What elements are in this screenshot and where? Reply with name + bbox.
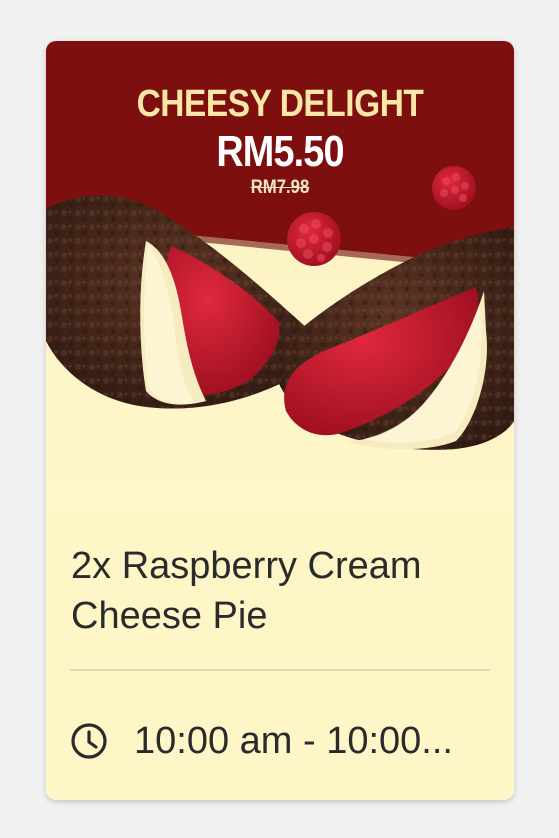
promo-headline: CHEESY DELIGHT — [136, 83, 424, 125]
promo-banner-image: CHEESY DELIGHT RM5.50 RM7.98 — [46, 41, 514, 511]
promo-price: RM5.50 — [216, 127, 344, 176]
promo-card[interactable]: CHEESY DELIGHT RM5.50 RM7.98 2x Raspberr… — [46, 41, 514, 800]
availability-hours: 10:00 am - 10:00... — [70, 719, 453, 763]
clock-icon — [71, 723, 107, 759]
divider — [70, 669, 490, 671]
original-price: RM7.98 — [250, 177, 310, 198]
product-title: 2x Raspberry Cream Cheese Pie — [71, 545, 422, 637]
hours-text: 10:00 am - 10:00... — [134, 719, 453, 762]
